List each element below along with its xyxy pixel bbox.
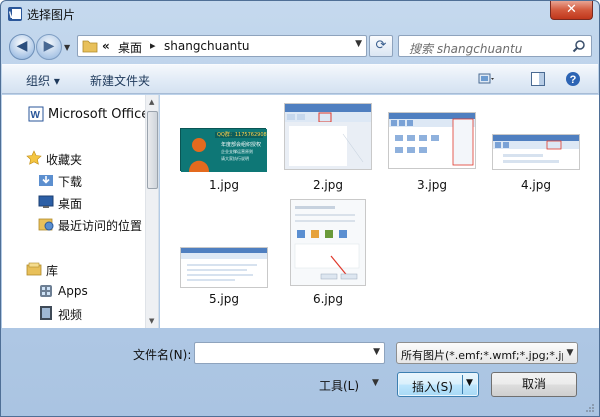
- insert-dropdown-icon[interactable]: ▼: [466, 378, 473, 388]
- nav-item-desktop[interactable]: 桌面: [58, 195, 82, 212]
- recent-pages-dropdown[interactable]: ▼: [64, 43, 74, 53]
- nav-item-recent-places[interactable]: 最近访问的位置: [58, 217, 142, 234]
- navigation-pane: W Microsoft Office 收藏夹 下载 桌面 最近访问的位置 库 A…: [2, 95, 159, 328]
- insert-button-label: 插入(S): [412, 380, 453, 394]
- download-folder-icon: [39, 175, 53, 186]
- thumbnail-5-art: [181, 248, 267, 285]
- scroll-up-icon[interactable]: ▲: [149, 98, 154, 106]
- breadcrumb-shangchuantu[interactable]: shangchuantu: [164, 39, 250, 53]
- desktop-icon: [38, 195, 54, 208]
- star-icon: [26, 150, 42, 165]
- thumbnail-1-qq-text: QQ群：1175762908: [217, 132, 267, 138]
- file-type-select[interactable]: 所有图片(*.emf;*.wmf;*.jpg;*.jp ▼: [396, 342, 578, 364]
- recent-places-icon: [38, 218, 54, 231]
- insert-button[interactable]: 插入(S) ▼: [397, 372, 479, 397]
- file-thumbnail-1[interactable]: QQ群：1175762908 年度部会组织授权 企业支撑运营原则 请大家执行说明: [180, 128, 267, 172]
- nav-item-libraries[interactable]: 库: [46, 262, 58, 279]
- command-toolbar: 组织 ▾ 新建文件夹 ?: [2, 64, 598, 94]
- nav-item-microsoft-office[interactable]: Microsoft Office: [48, 107, 149, 122]
- file-name-5[interactable]: 5.jpg: [179, 292, 269, 306]
- preview-pane-icon[interactable]: [530, 71, 546, 87]
- search-placeholder: 搜索 shangchuantu: [409, 42, 523, 56]
- address-dropdown-icon[interactable]: ▼: [355, 39, 362, 49]
- thumbnail-3-art: [389, 113, 475, 166]
- folder-icon: [82, 40, 98, 53]
- nav-item-apps[interactable]: Apps: [58, 284, 88, 298]
- back-button[interactable]: ◀: [9, 34, 35, 60]
- thumbnail-6-art: [291, 200, 365, 285]
- word-icon: W: [28, 106, 44, 122]
- scrollbar-thumb[interactable]: [147, 111, 158, 189]
- scroll-down-icon[interactable]: ▼: [149, 317, 154, 325]
- thumbnail-1-line2: 企业支撑运营原则: [221, 149, 253, 154]
- breadcrumb-desktop[interactable]: 桌面: [118, 39, 142, 56]
- nav-item-favorites[interactable]: 收藏夹: [46, 151, 82, 168]
- forward-button[interactable]: ▶: [36, 34, 62, 60]
- library-icon: [26, 262, 42, 276]
- thumbnail-1-line1: 年度部会组织授权: [221, 142, 262, 148]
- cancel-button[interactable]: 取消: [491, 372, 577, 397]
- thumbnail-2-art: [285, 104, 371, 169]
- navigation-scrollbar[interactable]: ▲ ▼: [145, 95, 158, 328]
- video-icon: [40, 306, 52, 320]
- close-button[interactable]: ✕: [550, 1, 593, 20]
- apps-folder-icon: [40, 285, 52, 297]
- file-list: QQ群：1175762908 年度部会组织授权 企业支撑运营原则 请大家执行说明…: [160, 95, 599, 328]
- filename-dropdown-icon[interactable]: ▼: [373, 347, 380, 357]
- filename-input[interactable]: ▼: [194, 342, 385, 364]
- resize-grip-icon[interactable]: [585, 403, 595, 413]
- window-title: 选择图片: [27, 8, 76, 22]
- organize-menu[interactable]: 组织 ▾: [26, 72, 60, 89]
- file-dialog-window: W 选择图片 ✕ ◀ ▶ ▼ « 桌面 ▸ shangchuantu ▼ ⟳ 搜…: [0, 0, 600, 417]
- file-name-1[interactable]: 1.jpg: [179, 178, 269, 192]
- file-thumbnail-2[interactable]: [284, 103, 372, 170]
- help-icon[interactable]: ?: [565, 71, 581, 87]
- breadcrumb-separator-icon[interactable]: ▸: [150, 39, 156, 52]
- search-input[interactable]: 搜索 shangchuantu: [398, 35, 592, 57]
- refresh-button[interactable]: ⟳: [369, 35, 393, 57]
- thumbnail-1-line3: 请大家执行说明: [221, 156, 249, 161]
- tools-dropdown-icon[interactable]: ▼: [372, 378, 379, 388]
- filename-label: 文件名(N):: [133, 348, 192, 362]
- file-name-3[interactable]: 3.jpg: [387, 178, 477, 192]
- nav-item-downloads[interactable]: 下载: [58, 173, 82, 190]
- search-icon[interactable]: [572, 39, 586, 53]
- new-folder-button[interactable]: 新建文件夹: [90, 72, 150, 89]
- svg-text:W: W: [31, 110, 41, 121]
- svg-text:?: ?: [570, 74, 577, 86]
- file-thumbnail-6[interactable]: [290, 199, 366, 286]
- address-bar[interactable]: « 桌面 ▸ shangchuantu ▼: [77, 35, 367, 57]
- file-type-dropdown-icon[interactable]: ▼: [563, 343, 577, 363]
- file-thumbnail-3[interactable]: [388, 112, 476, 169]
- insert-split-divider: [462, 375, 463, 394]
- file-name-2[interactable]: 2.jpg: [283, 178, 373, 192]
- nav-item-videos[interactable]: 视频: [58, 306, 82, 323]
- file-thumbnail-4[interactable]: [492, 134, 580, 170]
- word-app-icon: W: [8, 7, 22, 21]
- breadcrumb-overflow[interactable]: «: [102, 39, 110, 53]
- file-name-4[interactable]: 4.jpg: [491, 178, 581, 192]
- file-name-6[interactable]: 6.jpg: [283, 292, 373, 306]
- tools-menu[interactable]: 工具(L): [319, 377, 359, 394]
- svg-text:W: W: [9, 10, 18, 20]
- file-thumbnail-5[interactable]: [180, 247, 268, 288]
- file-type-value: 所有图片(*.emf;*.wmf;*.jpg;*.jp: [401, 349, 569, 362]
- title-bar[interactable]: W 选择图片 ✕: [1, 1, 599, 27]
- view-options-icon[interactable]: [478, 71, 494, 87]
- thumbnail-4-art: [493, 135, 579, 167]
